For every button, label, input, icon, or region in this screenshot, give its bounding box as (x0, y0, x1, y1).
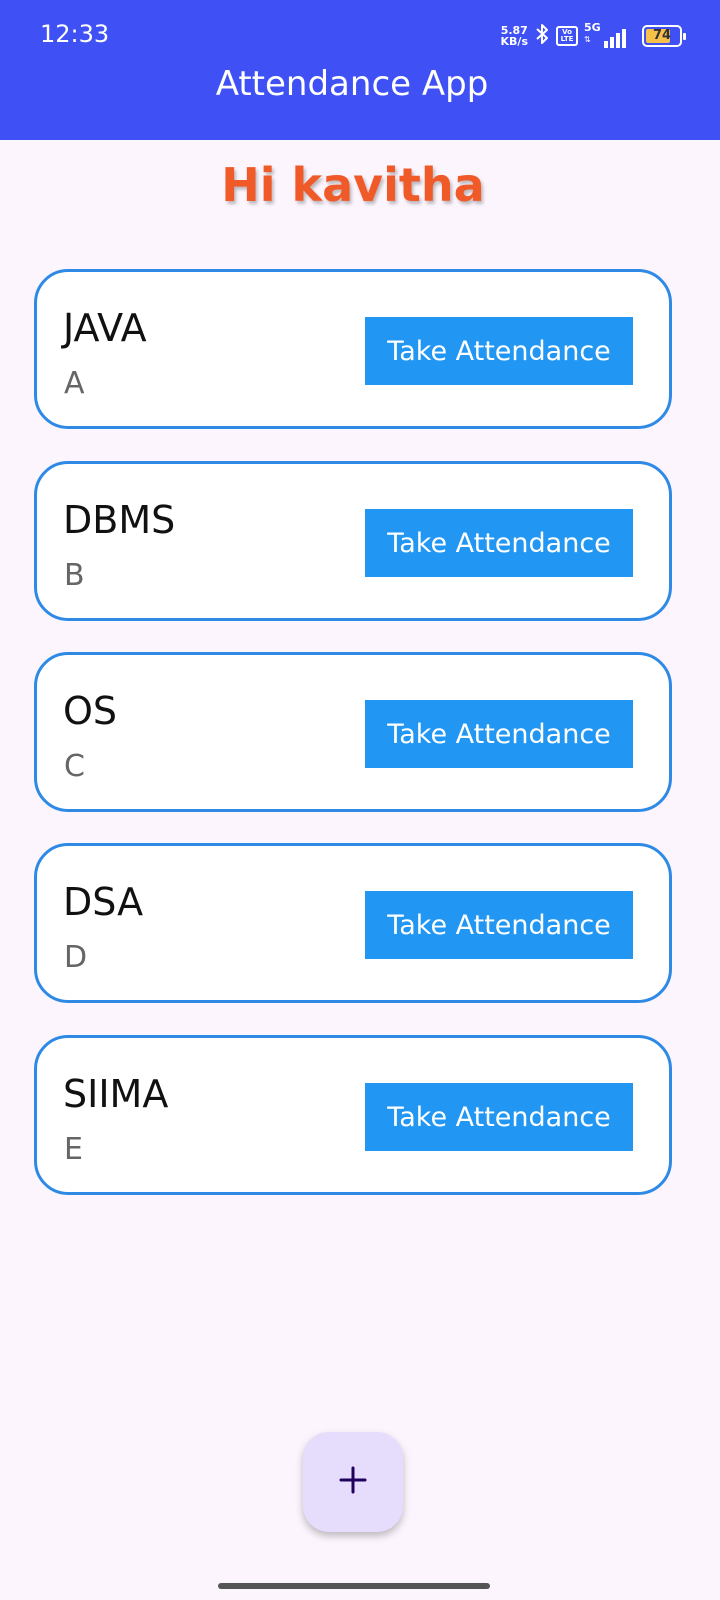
course-section: D (64, 940, 88, 975)
take-attendance-button[interactable]: Take Attendance (365, 700, 633, 768)
course-name: SIIMA (63, 1072, 169, 1116)
take-attendance-button[interactable]: Take Attendance (365, 317, 633, 385)
course-card: DSA D Take Attendance (34, 843, 672, 1003)
course-section: C (64, 749, 85, 784)
app-title: Attendance App (215, 64, 489, 104)
course-card: DBMS B Take Attendance (34, 461, 672, 621)
course-section: B (64, 558, 85, 593)
network-speed-unit: KB/s (500, 35, 528, 48)
course-card: OS C Take Attendance (34, 652, 672, 812)
status-icons: 5.87 KB/s Vo LTE 5G ⇅ 74 (501, 21, 686, 50)
network-type-label: 5G (584, 21, 601, 34)
take-attendance-button[interactable]: Take Attendance (365, 1083, 633, 1151)
volte-bottom-label: LTE (560, 35, 574, 43)
home-indicator[interactable] (218, 1583, 490, 1589)
battery-level: 74 (652, 28, 672, 43)
course-card: SIIMA E Take Attendance (34, 1035, 672, 1195)
greeting-text: Hi kavitha (221, 158, 485, 212)
network-speed: 5.87 KB/s (501, 25, 528, 47)
course-section: A (64, 366, 85, 401)
course-name: OS (63, 689, 118, 733)
take-attendance-button[interactable]: Take Attendance (365, 509, 633, 577)
data-arrows-icon: ⇅ (584, 35, 591, 44)
volte-icon: Vo LTE (556, 26, 578, 46)
bluetooth-icon (534, 22, 550, 50)
course-name: DSA (63, 880, 144, 924)
course-name: JAVA (63, 306, 147, 350)
app-bar: 12:33 5.87 KB/s Vo LTE 5G ⇅ 74 Attendanc… (0, 0, 720, 140)
signal-icon: 5G ⇅ (584, 21, 628, 48)
course-card: JAVA A Take Attendance (34, 269, 672, 429)
plus-icon (338, 1465, 368, 1499)
add-course-button[interactable] (303, 1432, 403, 1532)
course-name: DBMS (63, 498, 176, 542)
status-time: 12:33 (40, 20, 110, 48)
battery-icon: 74 (642, 25, 686, 47)
course-section: E (64, 1132, 83, 1167)
take-attendance-button[interactable]: Take Attendance (365, 891, 633, 959)
